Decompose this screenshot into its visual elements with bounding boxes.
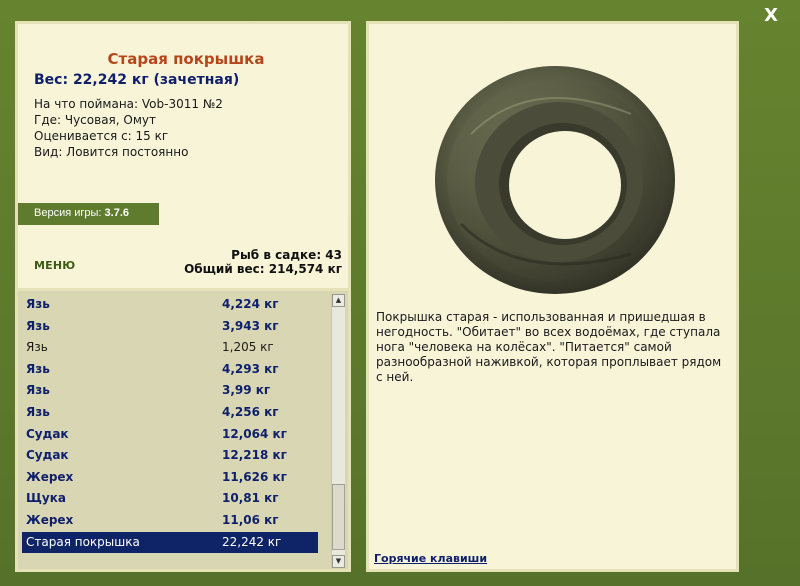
fish-weight: 11,06 кг <box>222 513 279 527</box>
hotkeys-link[interactable]: Горячие клавиши <box>374 552 487 565</box>
old-tire-image <box>435 66 675 294</box>
fish-weight: 3,99 кг <box>222 383 271 398</box>
fish-weight: 3,943 кг <box>222 318 279 333</box>
game-version-bar: Версия игры: 3.7.6 <box>18 203 159 225</box>
fish-weight: 11,626 кг <box>222 469 287 484</box>
catch-title: Старая покрышка <box>107 50 265 68</box>
fish-list: Язь 4,224 кг Язь 3,943 кг Язь 1,205 кг Язь 4,29… <box>15 291 351 572</box>
fish-name: Жерех <box>26 513 74 527</box>
fish-name: Язь <box>26 383 50 398</box>
fish-weight: 4,293 кг <box>222 361 279 376</box>
arrow-down-icon[interactable]: ▼ <box>332 555 345 568</box>
fish-list-item[interactable]: Судак 12,064 кг <box>22 424 318 445</box>
fish-list-item[interactable]: Язь 3,99 кг <box>22 380 318 401</box>
menu-button[interactable]: МЕНЮ <box>34 259 75 272</box>
fish-name: Жерех <box>26 469 74 484</box>
fish-list-item[interactable]: Жерех 11,06 кг <box>22 510 318 531</box>
scroll-thumb[interactable] <box>332 484 345 550</box>
catch-location: Где: Чусовая, Омут <box>34 113 156 127</box>
fish-list-item[interactable]: Щука 10,81 кг <box>22 488 318 509</box>
fish-list-item[interactable]: Язь 3,943 кг <box>22 316 318 337</box>
fish-list-item[interactable]: Жерех 11,626 кг <box>22 467 318 488</box>
catch-kind: Вид: Ловится постоянно <box>34 145 189 159</box>
catch-bait: На что поймана: Vob-3011 №2 <box>34 97 223 111</box>
fish-name: Язь <box>26 361 50 376</box>
fish-name: Язь <box>26 297 50 311</box>
fish-name: Судак <box>26 426 69 441</box>
fish-list-item[interactable]: Язь 4,293 кг <box>22 359 318 380</box>
catch-weight: Вес: 22,242 кг (зачетная) <box>34 72 240 88</box>
fish-list-item[interactable]: Язь 4,224 кг <box>22 294 318 315</box>
version-label: Версия игры: <box>34 207 102 219</box>
fish-list-item[interactable]: Судак 12,218 кг <box>22 445 318 466</box>
catch-info-panel: Старая покрышка Вес: 22,242 кг (зачетная… <box>15 21 351 291</box>
fish-weight: 4,224 кг <box>222 297 279 311</box>
arrow-up-icon[interactable]: ▲ <box>332 294 345 307</box>
fish-weight: 1,205 кг <box>222 340 274 355</box>
catch-detail-panel: Покрышка старая - использованная и прише… <box>366 21 739 572</box>
fish-list-item[interactable]: Язь 4,256 кг <box>22 402 318 423</box>
fish-name: Старая покрышка <box>26 534 140 549</box>
close-button[interactable]: X <box>764 6 778 26</box>
fish-weight: 12,064 кг <box>222 426 287 441</box>
fish-weight: 12,218 кг <box>222 448 287 463</box>
fish-name: Щука <box>26 491 66 506</box>
catch-description: Покрышка старая - использованная и прише… <box>376 310 722 384</box>
fish-list-item[interactable]: Старая покрышка 22,242 кг <box>22 531 318 553</box>
fish-name: Язь <box>26 318 50 333</box>
list-scrollbar[interactable]: ▲ ▼ <box>331 294 345 568</box>
catch-valued-from: Оценивается с: 15 кг <box>34 129 169 143</box>
keepnet-count: Рыб в садке: 43 <box>231 248 342 262</box>
fish-name: Язь <box>26 405 50 419</box>
keepnet-total-weight: Общий вес: 214,574 кг <box>184 262 342 276</box>
fish-name: Судак <box>26 448 69 463</box>
fish-list-item[interactable]: Язь 1,205 кг <box>22 337 318 358</box>
fish-weight: 4,256 кг <box>222 405 279 419</box>
fish-name: Язь <box>26 340 48 355</box>
game-window: X Старая покрышка Вес: 22,242 кг (зачетн… <box>0 0 800 586</box>
fish-weight: 22,242 кг <box>222 534 282 549</box>
fish-weight: 10,81 кг <box>222 491 279 506</box>
keepnet-stats: Рыб в садке: 43 Общий вес: 214,574 кг <box>184 248 342 276</box>
version-value: 3.7.6 <box>104 207 129 219</box>
